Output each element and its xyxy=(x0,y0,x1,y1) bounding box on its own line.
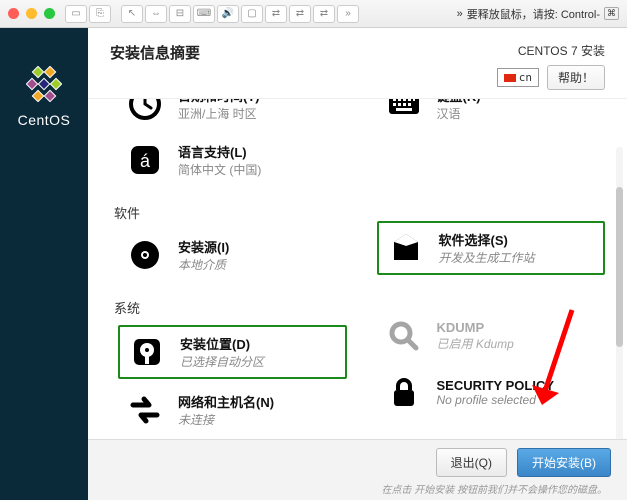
section-software: 软件 xyxy=(114,203,347,222)
disc-icon xyxy=(126,236,164,274)
item-sub: No profile selected xyxy=(437,393,555,407)
item-title: 软件选择(S) xyxy=(439,230,535,249)
item-sub: 本地介质 xyxy=(178,256,229,273)
lang-code: cn xyxy=(519,71,532,84)
footer-hint: 在点击 开始安装 按钮前我们并不会操作您的磁盘。 xyxy=(88,481,611,496)
spoke-network[interactable]: 网络和主机名(N) 未连接 xyxy=(118,385,347,435)
command-icon: ⌘ xyxy=(604,7,619,20)
toolbar-btn[interactable]: ⇄ xyxy=(265,5,287,23)
item-title: 安装位置(D) xyxy=(180,334,264,353)
spoke-keyboard[interactable]: 键盘(K) 汉语 xyxy=(377,99,606,129)
spoke-language[interactable]: á 语言支持(L) 简体中文 (中国) xyxy=(118,135,347,185)
lock-icon xyxy=(385,373,423,411)
spoke-datetime[interactable]: 日期和时间(T) 亚洲/上海 时区 xyxy=(118,99,347,129)
item-title: 网络和主机名(N) xyxy=(178,392,274,411)
quit-button[interactable]: 退出(Q) xyxy=(436,448,507,477)
toolbar-group-2: ↖ ⇔ ⊟ ⌨ 🔊 ▢ ⇄ ⇄ ⇄ » xyxy=(121,5,359,23)
sidebar: CentOS xyxy=(0,28,88,500)
spoke-destination[interactable]: 安装位置(D) 已选择自动分区 xyxy=(118,325,347,379)
titlebar-hint: » 要释放鼠标，请按: Control- ⌘ xyxy=(457,6,619,22)
spoke-kdump[interactable]: KDUMP 已启用 Kdump xyxy=(377,311,606,361)
window-titlebar: ▭ ⎘ ↖ ⇔ ⊟ ⌨ 🔊 ▢ ⇄ ⇄ ⇄ » » 要释放鼠标，请按: Cont… xyxy=(0,0,627,28)
scroll-thumb[interactable] xyxy=(616,187,623,347)
item-title: SECURITY POLICY xyxy=(437,378,555,393)
toolbar-btn[interactable]: ⇄ xyxy=(289,5,311,23)
begin-install-button[interactable]: 开始安装(B) xyxy=(517,448,611,477)
close-icon[interactable] xyxy=(8,8,19,19)
content-area: 日期和时间(T) 亚洲/上海 时区 á 语言支持(L) 简体中文 (中国) xyxy=(88,99,627,459)
spoke-source[interactable]: 安装源(I) 本地介质 xyxy=(118,230,347,280)
item-sub: 简体中文 (中国) xyxy=(178,161,261,178)
toolbar-btn[interactable]: ▢ xyxy=(241,5,263,23)
toolbar-btn[interactable]: ⇔ xyxy=(145,5,167,23)
window-controls xyxy=(8,8,55,19)
toolbar-btn[interactable]: ⎘ xyxy=(89,5,111,23)
hint-text: 要释放鼠标，请按: Control- xyxy=(467,6,600,22)
item-sub: 开发及生成工作站 xyxy=(439,249,535,266)
toolbar-btn[interactable]: ⇄ xyxy=(313,5,335,23)
page-title: 安装信息摘要 xyxy=(110,42,200,90)
section-system: 系统 xyxy=(114,298,347,317)
item-title: 安装源(I) xyxy=(178,237,229,256)
centos-logo-icon xyxy=(26,66,62,102)
toolbar-btn[interactable]: ⌨ xyxy=(193,5,215,23)
keyboard-icon xyxy=(385,99,423,123)
svg-text:á: á xyxy=(140,151,151,171)
brand-label: CentOS xyxy=(18,112,71,128)
help-button[interactable]: 帮助！ xyxy=(547,65,605,90)
flag-icon xyxy=(504,74,516,82)
item-sub: 亚洲/上海 时区 xyxy=(178,105,260,122)
toolbar-group-1: ▭ ⎘ xyxy=(65,5,111,23)
language-icon: á xyxy=(126,141,164,179)
toolbar-btn[interactable]: ↖ xyxy=(121,5,143,23)
toolbar-btn[interactable]: ⊟ xyxy=(169,5,191,23)
toolbar-btn[interactable]: » xyxy=(337,5,359,23)
package-icon xyxy=(387,229,425,267)
header: 安装信息摘要 CENTOS 7 安装 cn 帮助！ xyxy=(88,28,627,99)
minimize-icon[interactable] xyxy=(26,8,37,19)
item-sub: 已选择自动分区 xyxy=(180,353,264,370)
zoom-icon[interactable] xyxy=(44,8,55,19)
main-panel: 安装信息摘要 CENTOS 7 安装 cn 帮助！ xyxy=(88,28,627,500)
footer: 退出(Q) 开始安装(B) 在点击 开始安装 按钮前我们并不会操作您的磁盘。 xyxy=(88,439,627,500)
harddrive-icon xyxy=(128,333,166,371)
item-title: 语言支持(L) xyxy=(178,142,261,161)
magnifier-icon xyxy=(385,317,423,355)
item-sub: 已启用 Kdump xyxy=(437,335,514,352)
header-subtitle: CENTOS 7 安装 xyxy=(497,42,605,59)
item-sub: 未连接 xyxy=(178,411,274,428)
keyboard-layout-indicator[interactable]: cn xyxy=(497,68,539,87)
scrollbar[interactable] xyxy=(616,147,623,447)
item-sub: 汉语 xyxy=(437,105,481,122)
spoke-software-selection[interactable]: 软件选择(S) 开发及生成工作站 xyxy=(377,221,606,275)
item-title: KDUMP xyxy=(437,320,514,335)
toolbar-btn[interactable]: 🔊 xyxy=(217,5,239,23)
clock-icon xyxy=(126,99,164,123)
network-icon xyxy=(126,391,164,429)
spoke-security[interactable]: SECURITY POLICY No profile selected xyxy=(377,367,606,417)
toolbar-btn[interactable]: ▭ xyxy=(65,5,87,23)
